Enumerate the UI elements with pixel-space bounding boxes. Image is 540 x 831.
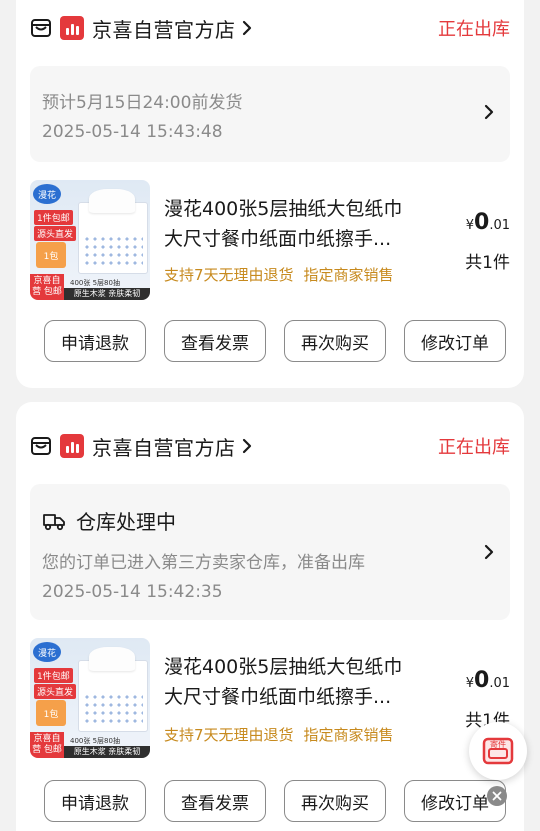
- order-status: 正在出库: [438, 19, 510, 40]
- thumb-red-label: 京喜自营 包邮: [30, 274, 64, 300]
- ship-estimate: 预计5月15日24:00前发货: [42, 93, 243, 113]
- thumb-spec: 400张 5层80抽: [70, 737, 120, 745]
- product-title[interactable]: 漫花400张5层抽纸大包纸巾 大尺寸餐巾纸面巾纸擦手...: [164, 194, 434, 254]
- return-policy-tag: 支持7天无理由退货: [164, 726, 294, 744]
- thumb-red-label: 京喜自营 包邮: [30, 732, 64, 758]
- shop-name[interactable]: 京喜自营官方店: [92, 432, 236, 461]
- buy-again-button[interactable]: 再次购买: [284, 320, 386, 362]
- shop-name[interactable]: 京喜自营官方店: [92, 14, 236, 43]
- order-card: 京喜自营官方店 正在出库 仓库处理中 您的订单已进入第三方卖家仓库，准备出库 2…: [16, 402, 524, 831]
- refund-button[interactable]: 申请退款: [44, 320, 146, 362]
- send-package-float-button[interactable]: 寄件: [469, 722, 527, 780]
- thumb-dark-label: 原生木浆 亲肤柔韧: [64, 288, 150, 300]
- store-icon: [30, 17, 52, 39]
- modify-order-button[interactable]: 修改订单: [404, 320, 506, 362]
- product-title-line: 漫花400张5层抽纸大包纸巾: [164, 198, 403, 220]
- product-image[interactable]: 漫花 1件包邮 源头直发 1包 400张 5层80抽 京喜自营 包邮 原生木浆 …: [30, 638, 150, 758]
- tissue-box-graphic: [78, 647, 148, 732]
- action-buttons: 申请退款 查看发票 再次购买 修改订单: [44, 780, 510, 822]
- chevron-right-icon: [484, 104, 494, 124]
- warehouse-desc: 您的订单已进入第三方卖家仓库，准备出库: [42, 553, 365, 573]
- buy-again-button[interactable]: 再次购买: [284, 780, 386, 822]
- service-tags: 支持7天无理由退货 指定商家销售: [164, 724, 394, 745]
- chevron-right-icon: [484, 544, 494, 564]
- action-buttons: 申请退款 查看发票 再次购买 修改订单: [44, 320, 510, 362]
- warehouse-title: 仓库处理中: [76, 510, 176, 534]
- close-icon[interactable]: [487, 786, 507, 806]
- shop-row[interactable]: 京喜自营官方店 正在出库: [30, 430, 510, 462]
- product-title[interactable]: 漫花400张5层抽纸大包纸巾 大尺寸餐巾纸面巾纸擦手...: [164, 652, 434, 712]
- package-icon: 寄件: [482, 737, 514, 765]
- store-icon: [30, 435, 52, 457]
- thumb-promo: 1包: [36, 242, 66, 268]
- product-image[interactable]: 漫花 1件包邮 源头直发 1包 400张 5层80抽 京喜自营 包邮 原生木浆 …: [30, 180, 150, 300]
- thumb-tag: 源头直发: [34, 226, 77, 241]
- thumb-tag: 源头直发: [34, 684, 77, 699]
- product-title-line: 漫花400张5层抽纸大包纸巾: [164, 656, 403, 678]
- thumb-dark-label: 原生木浆 亲肤柔韧: [64, 746, 150, 758]
- brand-logo-icon: [60, 434, 84, 458]
- seller-tag: 指定商家销售: [303, 266, 394, 284]
- product-brand-logo: 漫花: [33, 184, 61, 204]
- thumb-tag: 1件包邮: [34, 210, 73, 225]
- thumb-tag: 1件包邮: [34, 668, 73, 683]
- service-tags: 支持7天无理由退货 指定商家销售: [164, 264, 394, 285]
- shop-row[interactable]: 京喜自营官方店 正在出库: [30, 12, 510, 44]
- product-title-line: 大尺寸餐巾纸面巾纸擦手...: [164, 228, 392, 250]
- product-price: ¥0.01: [465, 210, 510, 235]
- float-label: 寄件: [490, 739, 506, 749]
- chevron-right-icon: [242, 20, 252, 36]
- thumb-spec: 400张 5层80抽: [70, 279, 120, 287]
- return-policy-tag: 支持7天无理由退货: [164, 266, 294, 284]
- view-invoice-button[interactable]: 查看发票: [164, 320, 266, 362]
- warehouse-info[interactable]: 仓库处理中 您的订单已进入第三方卖家仓库，准备出库 2025-05-14 15:…: [30, 484, 510, 620]
- view-invoice-button[interactable]: 查看发票: [164, 780, 266, 822]
- product-quantity: 共1件: [465, 253, 510, 273]
- tissue-box-graphic: [78, 189, 148, 274]
- order-card: 京喜自营官方店 正在出库 预计5月15日24:00前发货 2025-05-14 …: [16, 0, 524, 388]
- product-title-line: 大尺寸餐巾纸面巾纸擦手...: [164, 686, 392, 708]
- truck-icon: [42, 511, 66, 531]
- chevron-right-icon: [242, 438, 252, 454]
- order-timestamp: 2025-05-14 15:43:48: [42, 122, 223, 142]
- warehouse-status: 仓库处理中: [42, 506, 176, 535]
- shipping-info[interactable]: 预计5月15日24:00前发货 2025-05-14 15:43:48: [30, 66, 510, 162]
- refund-button[interactable]: 申请退款: [44, 780, 146, 822]
- seller-tag: 指定商家销售: [303, 726, 394, 744]
- product-price: ¥0.01: [465, 668, 510, 693]
- brand-logo-icon: [60, 16, 84, 40]
- order-timestamp: 2025-05-14 15:42:35: [42, 582, 223, 602]
- thumb-promo: 1包: [36, 700, 66, 726]
- product-brand-logo: 漫花: [33, 642, 61, 662]
- order-status: 正在出库: [438, 437, 510, 458]
